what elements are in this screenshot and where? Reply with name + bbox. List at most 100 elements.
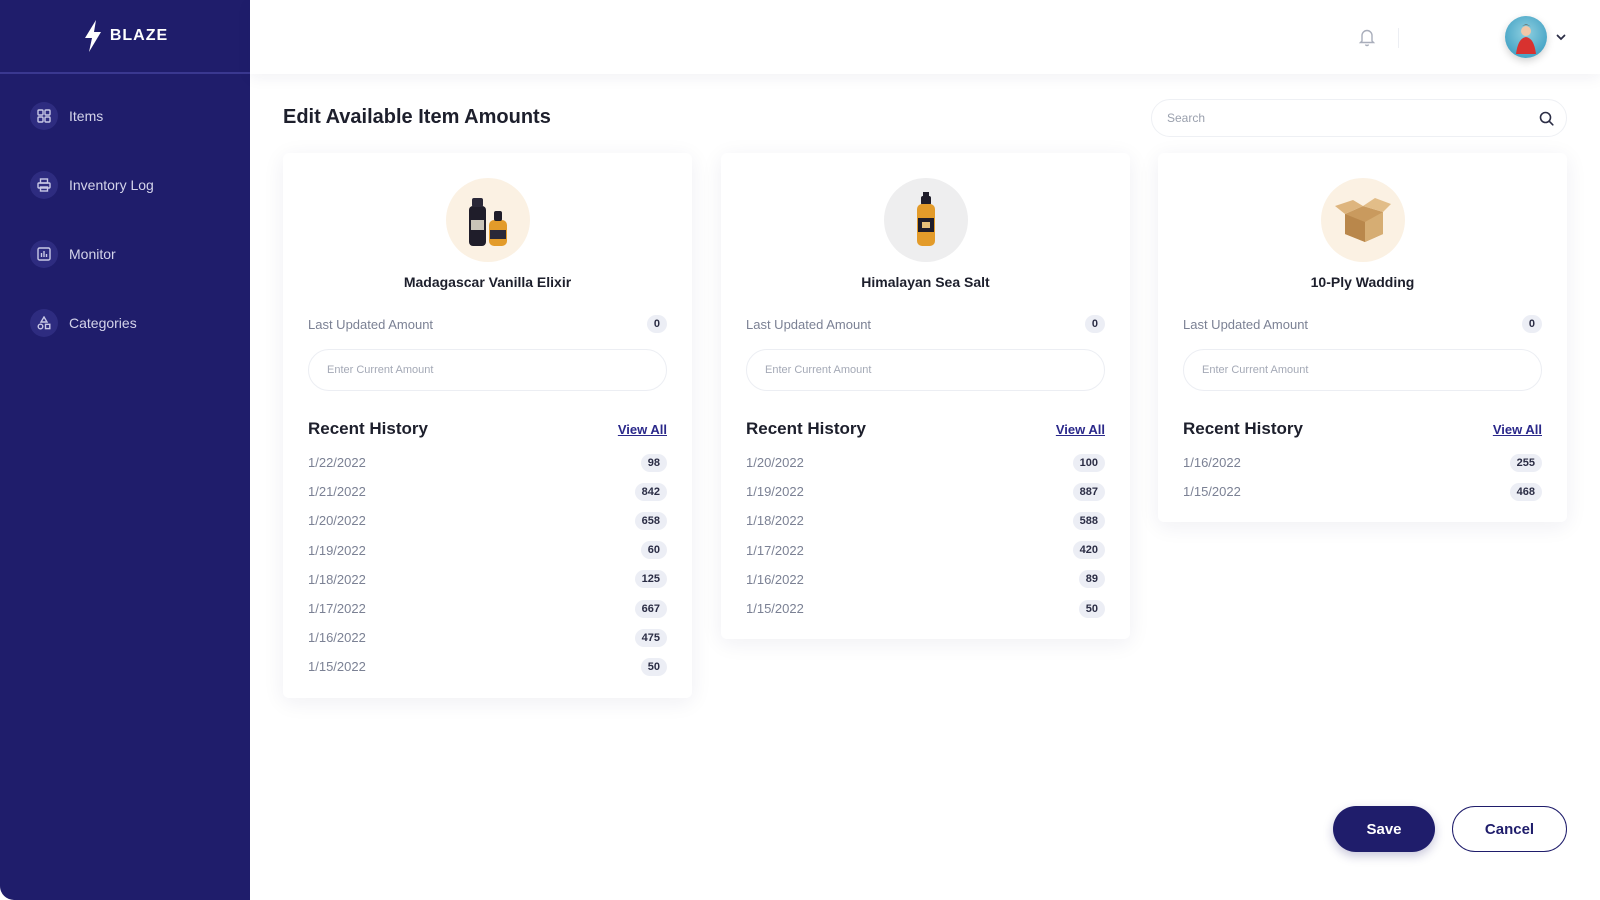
last-updated-label: Last Updated Amount	[746, 316, 872, 332]
cancel-button[interactable]: Cancel	[1452, 806, 1567, 852]
cardboard-box-icon	[1320, 178, 1405, 262]
history-date: 1/18/2022	[746, 513, 804, 529]
page-title: Edit Available Item Amounts	[283, 106, 551, 128]
history-amount-badge: 60	[640, 541, 667, 560]
recent-history-title: Recent History	[308, 419, 428, 438]
last-updated-row: Last Updated Amount 0	[1183, 315, 1542, 333]
history-row: 1/20/2022 658	[308, 506, 667, 535]
history-date: 1/15/2022	[746, 601, 804, 617]
history-amount-badge: 842	[634, 482, 667, 501]
history-date: 1/15/2022	[1183, 484, 1241, 500]
last-updated-badge: 0	[1084, 315, 1105, 333]
history-date: 1/22/2022	[308, 455, 366, 471]
sidebar-item-inventory-log[interactable]: Inventory Log	[30, 171, 250, 199]
current-amount-input[interactable]	[308, 349, 667, 391]
view-all-link[interactable]: View All	[1056, 422, 1105, 437]
history-row: 1/18/2022 588	[746, 506, 1105, 535]
history-row: 1/18/2022 125	[308, 565, 667, 594]
sidebar: BLAZE Items Inventory Log Monitor Catego…	[0, 0, 250, 900]
grid-icon	[30, 102, 58, 130]
item-card-vanilla: Madagascar Vanilla Elixir Last Updated A…	[283, 153, 692, 698]
history-list: 1/22/2022 98 1/21/2022 842 1/20/2022 658 1/…	[308, 448, 667, 682]
vanilla-bottles-icon	[445, 178, 530, 262]
brand-name: BLAZE	[109, 27, 169, 44]
history-row: 1/16/2022 89	[746, 565, 1105, 594]
recent-history-header: Recent History View All	[1183, 418, 1542, 440]
view-all-link[interactable]: View All	[618, 422, 667, 437]
sidebar-item-monitor[interactable]: Monitor	[30, 240, 250, 268]
history-amount-badge: 50	[640, 657, 667, 676]
search-icon[interactable]	[1539, 111, 1554, 126]
history-date: 1/16/2022	[308, 630, 366, 646]
history-amount-badge: 98	[640, 453, 667, 472]
product-name: 10-Ply Wadding	[1310, 274, 1415, 290]
history-date: 1/17/2022	[746, 542, 804, 558]
history-amount-badge: 658	[634, 511, 667, 530]
history-amount-badge: 475	[634, 628, 667, 647]
history-date: 1/19/2022	[308, 542, 366, 558]
brand-logo[interactable]: BLAZE	[0, 0, 250, 74]
printer-icon	[30, 171, 58, 199]
last-updated-row: Last Updated Amount 0	[308, 315, 667, 333]
history-row: 1/17/2022 667	[308, 594, 667, 623]
save-button[interactable]: Save	[1333, 806, 1435, 852]
history-row: 1/15/2022 50	[308, 652, 667, 681]
history-amount-badge: 89	[1078, 570, 1105, 589]
top-bar	[250, 0, 1600, 74]
history-row: 1/17/2022 420	[746, 536, 1105, 565]
bell-icon[interactable]	[1358, 27, 1376, 47]
history-amount-badge: 667	[634, 599, 667, 618]
history-amount-badge: 100	[1072, 453, 1105, 472]
history-row: 1/15/2022 50	[746, 594, 1105, 623]
history-date: 1/16/2022	[1183, 455, 1241, 471]
history-amount-badge: 588	[1072, 511, 1105, 530]
history-amount-badge: 420	[1072, 541, 1105, 560]
history-date: 1/20/2022	[746, 455, 804, 471]
item-card-wadding: 10-Ply Wadding Last Updated Amount 0 Rec…	[1158, 153, 1567, 523]
search-input[interactable]	[1167, 100, 1527, 136]
chevron-down-icon[interactable]	[1554, 30, 1568, 44]
history-date: 1/16/2022	[746, 571, 804, 587]
history-row: 1/20/2022 100	[746, 448, 1105, 477]
history-amount-badge: 255	[1509, 453, 1542, 472]
history-list: 1/16/2022 255 1/15/2022 468	[1183, 448, 1542, 506]
sidebar-item-label: Monitor	[69, 246, 116, 262]
topbar-divider	[1398, 28, 1399, 48]
search-box	[1151, 99, 1567, 137]
sidebar-nav: Items Inventory Log Monitor Categories	[0, 74, 250, 337]
chart-icon	[30, 240, 58, 268]
item-card-sea-salt: Himalayan Sea Salt Last Updated Amount 0…	[721, 153, 1130, 640]
shapes-icon	[30, 309, 58, 337]
history-row: 1/19/2022 887	[746, 477, 1105, 506]
sidebar-item-categories[interactable]: Categories	[30, 309, 250, 337]
last-updated-badge: 0	[646, 315, 667, 333]
salt-bottle-icon	[883, 178, 968, 262]
history-row: 1/21/2022 842	[308, 477, 667, 506]
sidebar-item-label: Inventory Log	[69, 177, 154, 193]
sidebar-item-label: Categories	[69, 315, 137, 331]
last-updated-label: Last Updated Amount	[1183, 316, 1309, 332]
history-amount-badge: 468	[1509, 482, 1542, 501]
current-amount-input[interactable]	[1183, 349, 1542, 391]
history-row: 1/16/2022 255	[1183, 448, 1542, 477]
recent-history-title: Recent History	[746, 419, 866, 438]
lightning-bolt-icon	[84, 20, 101, 52]
current-amount-input[interactable]	[746, 349, 1105, 391]
history-amount-badge: 887	[1072, 482, 1105, 501]
history-date: 1/20/2022	[308, 513, 366, 529]
history-amount-badge: 50	[1078, 599, 1105, 618]
history-date: 1/21/2022	[308, 484, 366, 500]
history-row: 1/15/2022 468	[1183, 477, 1542, 506]
history-amount-badge: 125	[634, 570, 667, 589]
view-all-link[interactable]: View All	[1493, 422, 1542, 437]
history-date: 1/17/2022	[308, 601, 366, 617]
sidebar-item-label: Items	[69, 108, 104, 124]
last-updated-badge: 0	[1521, 315, 1542, 333]
history-date: 1/18/2022	[308, 571, 366, 587]
history-row: 1/22/2022 98	[308, 448, 667, 477]
avatar[interactable]	[1505, 16, 1547, 58]
history-row: 1/19/2022 60	[308, 536, 667, 565]
recent-history-header: Recent History View All	[308, 418, 667, 440]
history-row: 1/16/2022 475	[308, 623, 667, 652]
sidebar-item-items[interactable]: Items	[30, 102, 250, 130]
